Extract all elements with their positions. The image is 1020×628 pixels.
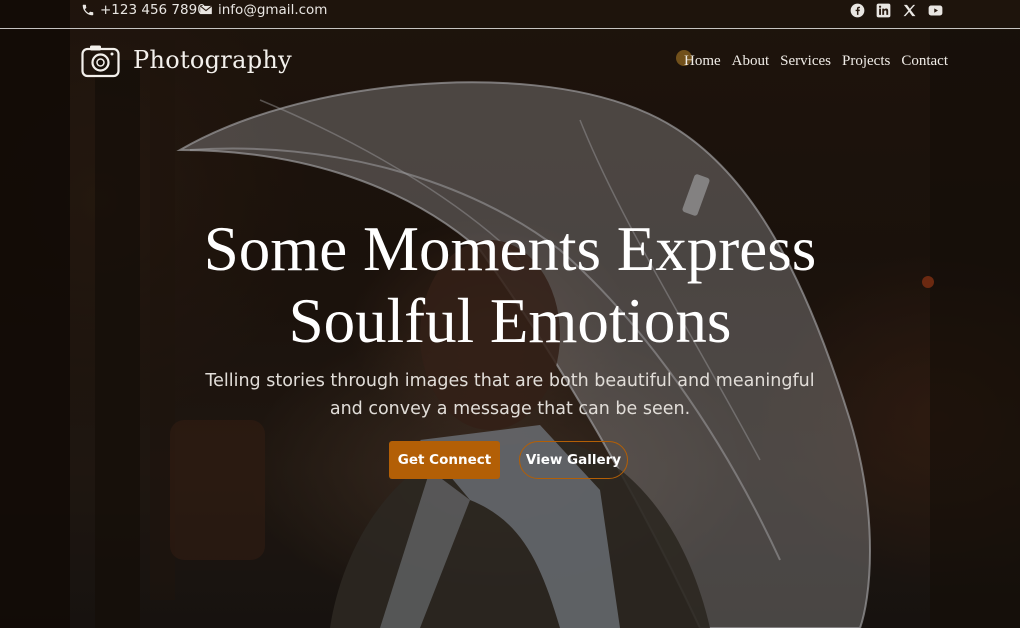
- phone-icon: [82, 4, 94, 16]
- hero-headline: Some Moments Express Soulful Emotions: [0, 213, 1020, 357]
- top-bar: +123 456 7890 info@gmail.com: [0, 0, 1020, 29]
- nav-item-contact[interactable]: Contact: [901, 53, 948, 70]
- email-contact[interactable]: info@gmail.com: [199, 2, 327, 18]
- subtitle-line-2: and convey a message that can be seen.: [329, 399, 691, 419]
- phone-text: +123 456 7890: [100, 2, 206, 18]
- hero-subtitle: Telling stories through images that are …: [0, 367, 1020, 423]
- get-connect-button[interactable]: Get Connect: [389, 441, 500, 479]
- headline-line-2: Soulful Emotions: [288, 286, 732, 356]
- linkedin-icon[interactable]: [876, 3, 891, 18]
- main-nav: Home About Services Projects Contact: [684, 53, 948, 70]
- email-text: info@gmail.com: [218, 2, 328, 18]
- headline-line-1: Some Moments Express: [203, 214, 817, 284]
- facebook-icon[interactable]: [850, 3, 865, 18]
- subtitle-line-1: Telling stories through images that are …: [205, 371, 815, 391]
- nav-item-home[interactable]: Home: [684, 53, 721, 70]
- envelope-icon: [199, 5, 213, 15]
- phone-contact[interactable]: +123 456 7890: [81, 2, 206, 18]
- nav-item-projects[interactable]: Projects: [842, 53, 890, 70]
- social-links: [850, 3, 943, 18]
- view-gallery-button[interactable]: View Gallery: [519, 441, 628, 479]
- camera-icon[interactable]: [81, 44, 120, 78]
- nav-item-about[interactable]: About: [732, 53, 770, 70]
- brand-name[interactable]: Photography: [133, 46, 292, 74]
- nav-item-services[interactable]: Services: [780, 53, 831, 70]
- youtube-icon[interactable]: [928, 3, 943, 18]
- x-icon[interactable]: [902, 3, 917, 18]
